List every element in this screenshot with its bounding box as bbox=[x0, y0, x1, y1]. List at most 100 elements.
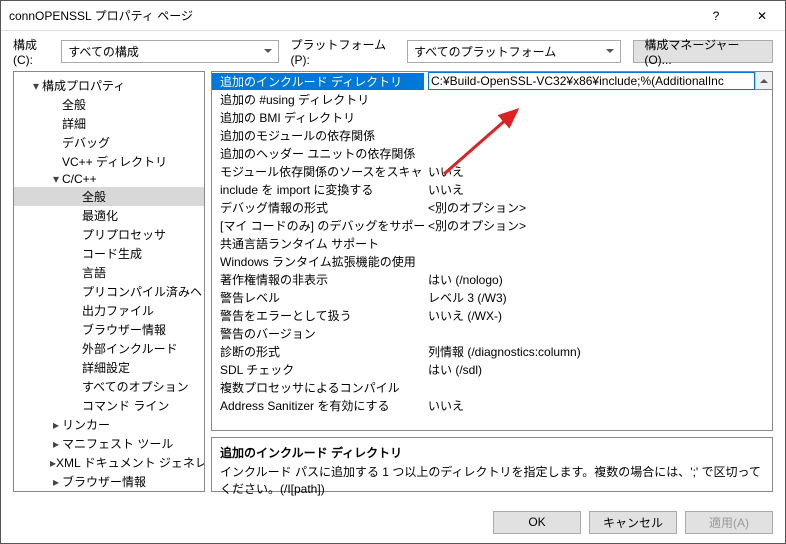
tree-arrow-icon[interactable]: ▸ bbox=[50, 475, 62, 489]
platform-label: プラットフォーム(P): bbox=[291, 36, 401, 67]
tree-item[interactable]: ブラウザー情報 bbox=[14, 320, 204, 339]
grid-row[interactable]: 警告のバージョン bbox=[212, 324, 772, 342]
tree-item[interactable]: ▸リンカー bbox=[14, 415, 204, 434]
property-name: 追加のモジュールの依存関係 bbox=[212, 127, 424, 144]
property-name: 共通言語ランタイム サポート bbox=[212, 235, 424, 252]
property-value[interactable]: いいえ (/WX-) bbox=[424, 307, 772, 324]
property-value[interactable]: 列情報 (/diagnostics:column) bbox=[424, 343, 772, 360]
tree-item-label: マニフェスト ツール bbox=[62, 435, 173, 452]
tree-item-label: プリプロセッサ bbox=[82, 226, 166, 243]
property-name: 追加の BMI ディレクトリ bbox=[212, 109, 424, 126]
grid-row[interactable]: モジュール依存関係のソースをスキャンするいいえ bbox=[212, 162, 772, 180]
tree-item-label: XML ドキュメント ジェネレー bbox=[56, 454, 205, 471]
grid-row[interactable]: 追加のヘッダー ユニットの依存関係 bbox=[212, 144, 772, 162]
close-button[interactable]: ✕ bbox=[739, 1, 785, 31]
tree-item[interactable]: ▸ブラウザー情報 bbox=[14, 472, 204, 491]
grid-row[interactable]: [マイ コードのみ] のデバッグをサポートする<別のオプション> bbox=[212, 216, 772, 234]
tree-item-label: 言語 bbox=[82, 264, 106, 281]
tree-item[interactable]: コマンド ライン bbox=[14, 396, 204, 415]
apply-button[interactable]: 適用(A) bbox=[685, 511, 773, 534]
grid-row[interactable]: 診断の形式列情報 (/diagnostics:column) bbox=[212, 342, 772, 360]
tree-item[interactable]: 外部インクルード bbox=[14, 339, 204, 358]
property-value[interactable]: いいえ bbox=[424, 163, 772, 180]
tree-arrow-icon[interactable]: ▾ bbox=[50, 172, 62, 186]
topbar: 構成(C): すべての構成 プラットフォーム(P): すべてのプラットフォーム … bbox=[1, 31, 785, 71]
grid-row[interactable]: 警告レベルレベル 3 (/W3) bbox=[212, 288, 772, 306]
window-title: connOPENSSL プロパティ ページ bbox=[9, 7, 693, 24]
tree-item[interactable]: 全般 bbox=[14, 187, 204, 206]
property-name: Address Sanitizer を有効にする bbox=[212, 397, 424, 414]
tree-item-label: コマンド ライン bbox=[82, 397, 169, 414]
ok-button[interactable]: OK bbox=[493, 511, 581, 534]
description-panel: 追加のインクルード ディレクトリ インクルード パスに追加する 1 つ以上のディ… bbox=[211, 437, 773, 492]
tree-item[interactable]: 出力ファイル bbox=[14, 301, 204, 320]
grid-row[interactable]: 追加のモジュールの依存関係 bbox=[212, 126, 772, 144]
config-manager-button[interactable]: 構成マネージャー(O)... bbox=[633, 40, 773, 63]
grid-row[interactable]: 著作権情報の非表示はい (/nologo) bbox=[212, 270, 772, 288]
grid-row[interactable]: 共通言語ランタイム サポート bbox=[212, 234, 772, 252]
tree-arrow-icon[interactable]: ▸ bbox=[50, 418, 62, 432]
tree-item[interactable]: 詳細設定 bbox=[14, 358, 204, 377]
tree-item[interactable]: すべてのオプション bbox=[14, 377, 204, 396]
grid-row[interactable]: デバッグ情報の形式<別のオプション> bbox=[212, 198, 772, 216]
grid-row[interactable]: 追加のインクルード ディレクトリ bbox=[212, 72, 772, 90]
grid-row[interactable]: 複数プロセッサによるコンパイル bbox=[212, 378, 772, 396]
tree-item-label: ブラウザー情報 bbox=[82, 321, 166, 338]
tree-item-label: 全般 bbox=[82, 188, 106, 205]
property-name: 追加のインクルード ディレクトリ bbox=[212, 73, 424, 90]
tree-item[interactable]: 最適化 bbox=[14, 206, 204, 225]
footer: OK キャンセル 適用(A) bbox=[1, 500, 785, 544]
grid-row[interactable]: Address Sanitizer を有効にするいいえ bbox=[212, 396, 772, 414]
tree-item[interactable]: 言語 bbox=[14, 263, 204, 282]
tree-item-label: 構成プロパティ bbox=[42, 77, 125, 94]
tree-item[interactable]: プリプロセッサ bbox=[14, 225, 204, 244]
property-value[interactable]: レベル 3 (/W3) bbox=[424, 289, 772, 306]
property-name: SDL チェック bbox=[212, 361, 424, 378]
grid-row[interactable]: include を import に変換するいいえ bbox=[212, 180, 772, 198]
grid-row[interactable]: 警告をエラーとして扱ういいえ (/WX-) bbox=[212, 306, 772, 324]
config-label: 構成(C): bbox=[13, 36, 55, 67]
property-value[interactable]: いいえ bbox=[424, 181, 772, 198]
property-grid[interactable]: 追加のインクルード ディレクトリ追加の #using ディレクトリ追加の BMI… bbox=[211, 71, 773, 431]
tree-item[interactable]: ▸マニフェスト ツール bbox=[14, 434, 204, 453]
tree-arrow-icon[interactable]: ▾ bbox=[30, 79, 42, 93]
cancel-button[interactable]: キャンセル bbox=[589, 511, 677, 534]
property-value[interactable]: はい (/sdl) bbox=[424, 361, 772, 378]
scroll-up-icon[interactable] bbox=[755, 72, 772, 89]
config-select[interactable]: すべての構成 bbox=[61, 40, 278, 63]
grid-row[interactable]: SDL チェックはい (/sdl) bbox=[212, 360, 772, 378]
tree-item[interactable]: ▾C/C++ bbox=[14, 171, 204, 187]
grid-row[interactable]: Windows ランタイム拡張機能の使用 bbox=[212, 252, 772, 270]
property-value[interactable]: <別のオプション> bbox=[424, 199, 772, 216]
tree-item-label: 外部インクルード bbox=[82, 340, 178, 357]
help-button[interactable]: ? bbox=[693, 1, 739, 31]
tree-item[interactable]: ▸XML ドキュメント ジェネレー bbox=[14, 453, 204, 472]
tree-item[interactable]: 詳細 bbox=[14, 114, 204, 133]
tree-item[interactable]: ▾構成プロパティ bbox=[14, 76, 204, 95]
tree-item[interactable]: VC++ ディレクトリ bbox=[14, 152, 204, 171]
description-title: 追加のインクルード ディレクトリ bbox=[220, 444, 764, 461]
tree-item-label: コード生成 bbox=[82, 245, 142, 262]
tree-item[interactable]: プリコンパイル済みヘッ bbox=[14, 282, 204, 301]
tree-arrow-icon[interactable]: ▸ bbox=[50, 437, 62, 451]
tree-item[interactable]: 全般 bbox=[14, 95, 204, 114]
property-value-input[interactable] bbox=[428, 72, 755, 90]
tree-item-label: 詳細設定 bbox=[82, 359, 130, 376]
property-value[interactable]: はい (/nologo) bbox=[424, 271, 772, 288]
property-value[interactable] bbox=[424, 72, 772, 90]
tree-item[interactable]: デバッグ bbox=[14, 133, 204, 152]
grid-row[interactable]: 追加の BMI ディレクトリ bbox=[212, 108, 772, 126]
tree-item-label: 詳細 bbox=[62, 115, 86, 132]
tree-item-label: 全般 bbox=[62, 96, 86, 113]
property-value[interactable]: いいえ bbox=[424, 397, 772, 414]
tree-item-label: 出力ファイル bbox=[82, 302, 154, 319]
property-name: 追加のヘッダー ユニットの依存関係 bbox=[212, 145, 424, 162]
property-name: デバッグ情報の形式 bbox=[212, 199, 424, 216]
platform-select[interactable]: すべてのプラットフォーム bbox=[407, 40, 621, 63]
titlebar: connOPENSSL プロパティ ページ ? ✕ bbox=[1, 1, 785, 31]
tree-panel[interactable]: ▾構成プロパティ全般詳細デバッグVC++ ディレクトリ▾C/C++全般最適化プリ… bbox=[13, 71, 205, 492]
property-value[interactable]: <別のオプション> bbox=[424, 217, 772, 234]
tree-item[interactable]: コード生成 bbox=[14, 244, 204, 263]
grid-row[interactable]: 追加の #using ディレクトリ bbox=[212, 90, 772, 108]
property-name: [マイ コードのみ] のデバッグをサポートする bbox=[212, 217, 424, 234]
